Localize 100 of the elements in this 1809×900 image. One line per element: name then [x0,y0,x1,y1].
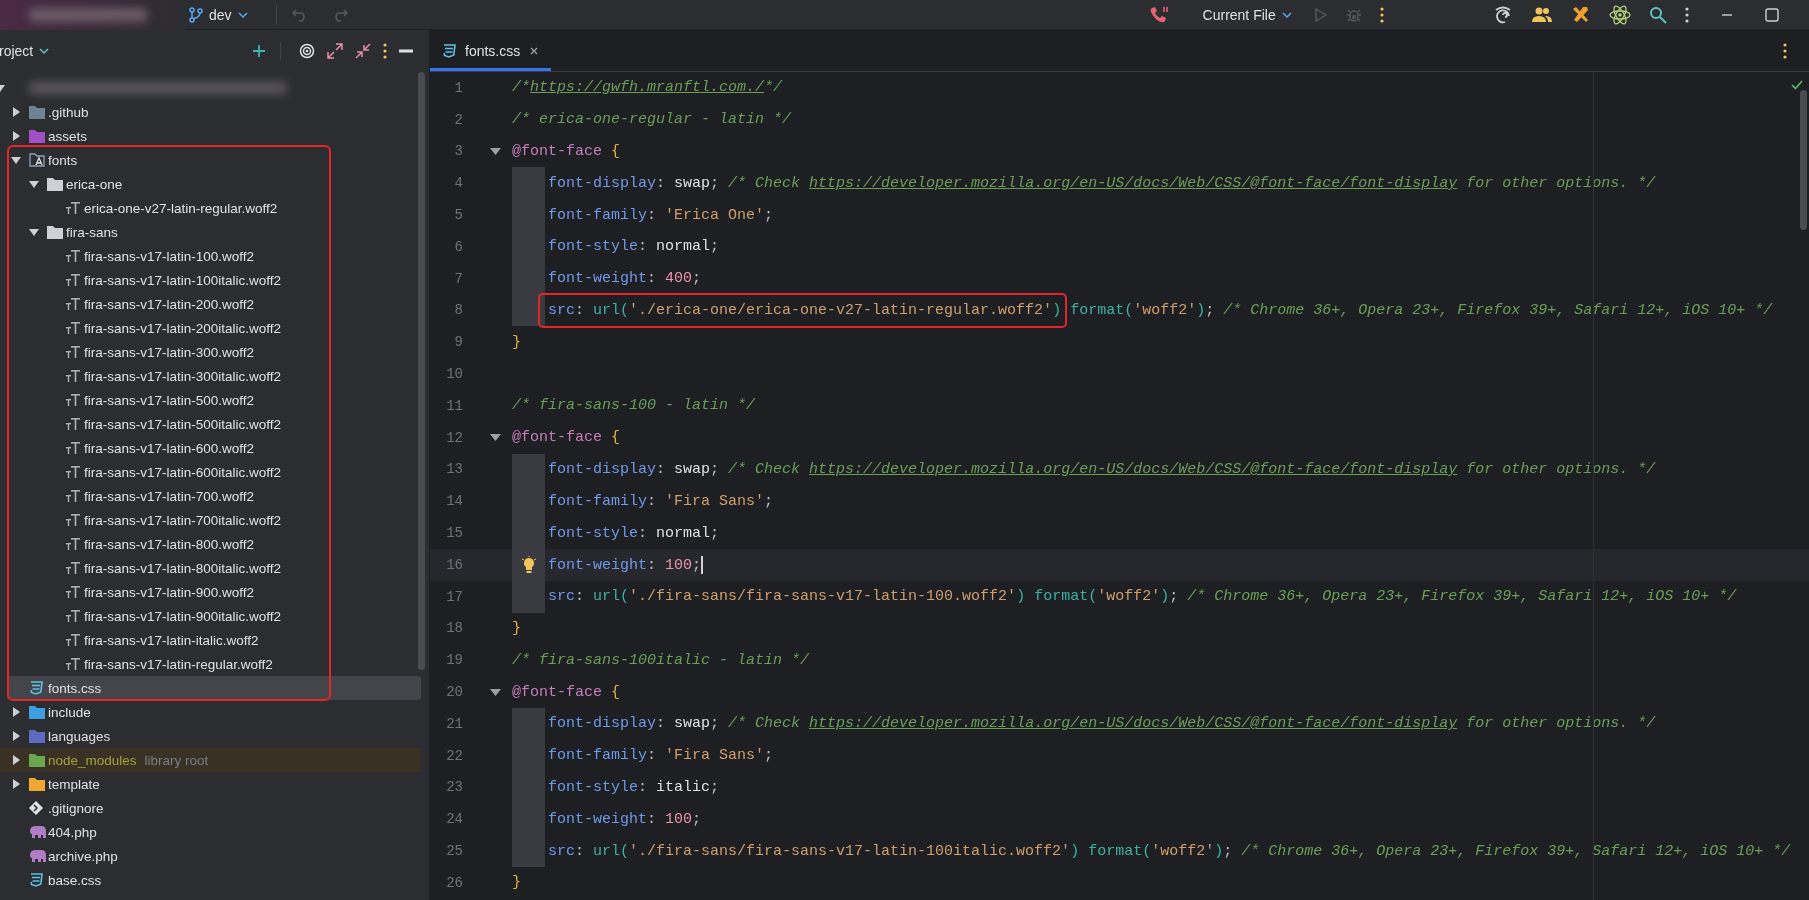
people-icon[interactable] [1531,6,1553,23]
font-file-icon [65,633,81,647]
tree-item[interactable]: fira-sans-v17-latin-800.woff2 [0,532,429,556]
target-icon[interactable] [299,43,315,59]
fold-arrow-icon[interactable] [490,433,501,443]
tree-item[interactable]: fira-sans-v17-latin-200.woff2 [0,292,429,316]
folder-icon [29,753,45,767]
caret-icon[interactable] [11,731,21,741]
tree-item[interactable]: fira-sans-v17-latin-regular.woff2 [0,652,429,676]
tools-icon[interactable] [1571,5,1591,24]
code-line: @font-face { [512,143,621,160]
tree-item[interactable]: erica-one-v27-latin-regular.woff2 [0,196,429,220]
code-line: font-family: 'Erica One'; [548,206,774,224]
tree-item[interactable]: fonts [0,148,429,172]
tree-item[interactable]: fira-sans-v17-latin-500.woff2 [0,388,429,412]
expand-icon[interactable] [327,43,343,59]
font-file-icon [65,465,81,479]
tree-item[interactable]: fira-sans-v17-latin-700.woff2 [0,484,429,508]
code-link[interactable]: https://developer.mozilla.org/en-US/docs/Web/CSS/@font-face/font-display [809,174,1458,192]
tree-item[interactable]: fira-sans-v17-latin-200italic.woff2 [0,316,429,340]
code-link[interactable]: https://developer.mozilla.org/en-US/docs/Web/CSS/@font-face/font-display [809,460,1458,478]
tree-item[interactable]: node_modules library root [0,748,420,772]
hide-icon[interactable] [399,49,413,53]
tree-item[interactable]: fira-sans-v17-latin-800italic.woff2 [0,556,429,580]
tree-item[interactable]: fira-sans-v17-latin-100italic.woff2 [0,268,429,292]
phone-icon[interactable] [1148,5,1169,24]
more-icon[interactable] [1783,43,1787,59]
collapse-icon[interactable] [355,43,371,59]
folder-icon [29,105,45,119]
code-line: src: url('./fira-sans/fira-sans-v17-latin-100.woff2') format('woff2'); /* Chrome 36+, Opera 23+, Firefox 39+, Safari 12+, iOS 10+ */ [548,588,1737,606]
more-icon[interactable] [1685,6,1689,23]
tree-item[interactable]: fira-sans-v17-latin-700italic.woff2 [0,508,429,532]
code-line: font-display: swap; /* Check https://developer.mozilla.org/en-US/docs/Web/CSS/@font-face/font-display for other options. */ [548,715,1656,733]
run-config-dropdown[interactable]: Current File [1198,4,1296,25]
scrollbar-thumb[interactable] [418,72,425,670]
css-file-icon [442,43,456,58]
code-line: /*https://gwfh.mranftl.com./*/ [512,79,783,97]
tree-item[interactable]: fonts.css [7,676,421,700]
tree-item[interactable]: template [0,772,429,796]
font-file-icon [65,657,81,671]
caret-icon[interactable] [29,227,39,237]
caret-icon[interactable] [29,179,39,189]
code-line: font-family: 'Fira Sans'; [548,492,774,510]
caret-icon[interactable] [11,755,21,765]
font-file-icon [65,369,81,383]
tree-item[interactable]: fira-sans-v17-latin-italic.woff2 [0,628,429,652]
tree-item[interactable]: erica-one [0,172,429,196]
tree-item[interactable]: .gitignore [0,796,429,820]
caret-icon[interactable] [11,107,21,117]
line-number: 5 [453,207,463,224]
maximize-icon[interactable] [1765,7,1779,22]
font-file-icon [65,513,81,527]
search-icon[interactable] [1649,5,1667,24]
code-link[interactable]: https://developer.mozilla.org/en-US/docs/Web/CSS/@font-face/font-display [809,715,1458,733]
tree-item[interactable]: fira-sans-v17-latin-900italic.woff2 [0,604,429,628]
tree-item[interactable]: include [0,700,429,724]
tree-item[interactable]: fira-sans-v17-latin-300italic.woff2 [0,364,429,388]
tree-item[interactable]: fira-sans [0,220,429,244]
caret-icon[interactable] [11,131,21,141]
close-icon[interactable] [529,45,540,56]
indent-guide [512,835,545,867]
tree-item[interactable]: .github [0,100,429,124]
scrollbar-thumb[interactable] [1800,90,1807,230]
tree-item[interactable]: 404.php [0,820,429,844]
add-icon[interactable] [252,44,266,58]
caret-icon[interactable] [11,155,21,165]
elephant-icon [29,825,47,839]
tree-item[interactable]: fira-sans-v17-latin-900.woff2 [0,580,429,604]
tree-item[interactable]: fira-sans-v17-latin-500italic.woff2 [0,412,429,436]
code-link[interactable]: https://gwfh.mranftl.com./ [530,79,765,97]
code-line: font-display: swap; /* Check https://developer.mozilla.org/en-US/docs/Web/CSS/@font-face/font-display for other options. */ [548,174,1656,192]
code-line: } [512,874,521,892]
code-line: font-weight: 100; [548,555,704,574]
tree-item[interactable]: languages [0,724,429,748]
lightbulb-icon[interactable] [520,555,537,574]
code-line: /* fira-sans-100italic - latin */ [512,651,810,669]
folder-icon [29,129,45,143]
editor-tab[interactable]: fonts.css [430,30,552,71]
spiral-icon[interactable] [1493,5,1513,24]
caret-icon [39,47,50,55]
tree-item[interactable]: archive.php [0,844,429,868]
fold-arrow-icon[interactable] [490,687,501,697]
caret-icon[interactable] [11,707,21,717]
code-line: /* erica-one-regular - latin */ [512,111,792,129]
atom-icon[interactable] [1609,3,1631,26]
font-file-icon [65,585,81,599]
caret-icon[interactable] [11,779,21,789]
tree-item[interactable]: fira-sans-v17-latin-600.woff2 [0,436,429,460]
tree-item[interactable]: fira-sans-v17-latin-600italic.woff2 [0,460,429,484]
project-view-dropdown[interactable]: roject [0,41,54,61]
tree-item[interactable]: fira-sans-v17-latin-100.woff2 [0,244,429,268]
code-line: font-style: italic; [548,778,720,796]
fold-arrow-icon[interactable] [490,147,501,156]
more-icon[interactable] [383,43,387,59]
branch-button[interactable]: dev [185,4,252,25]
font-file-icon [65,417,81,431]
tree-item[interactable]: assets [0,124,429,148]
more-icon[interactable] [1379,6,1384,23]
tree-item[interactable]: fira-sans-v17-latin-300.woff2 [0,340,429,364]
tree-item[interactable]: base.css [0,868,429,892]
